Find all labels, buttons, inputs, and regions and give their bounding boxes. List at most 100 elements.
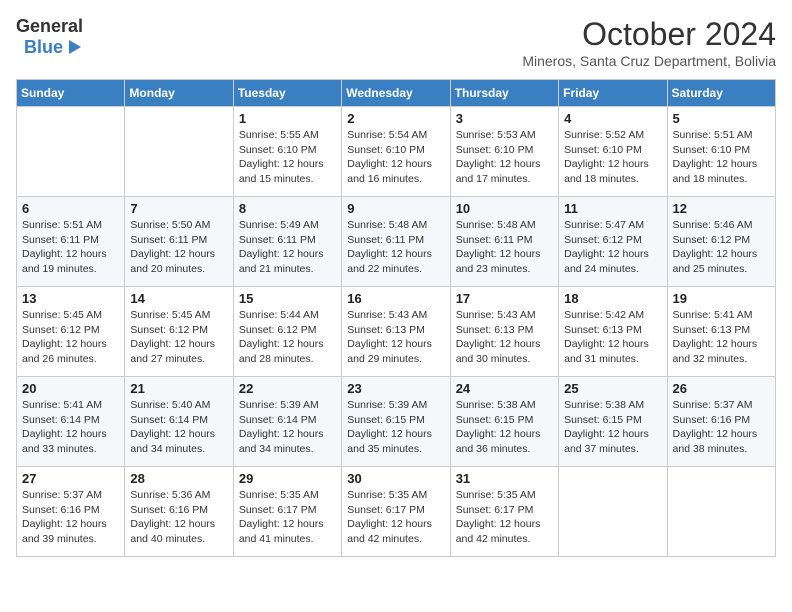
logo-blue-text: Blue [24, 37, 63, 58]
calendar-cell: 4 Sunrise: 5:52 AMSunset: 6:10 PMDaylight… [559, 107, 667, 197]
day-info: Sunrise: 5:55 AMSunset: 6:10 PMDaylight:… [239, 128, 336, 187]
day-number: 3 [456, 111, 553, 126]
calendar-cell: 11 Sunrise: 5:47 AMSunset: 6:12 PMDayligh… [559, 197, 667, 287]
calendar-cell: 31 Sunrise: 5:35 AMSunset: 6:17 PMDayligh… [450, 467, 558, 557]
logo-icon [65, 38, 83, 56]
day-info: Sunrise: 5:51 AMSunset: 6:11 PMDaylight:… [22, 218, 119, 277]
calendar-cell: 15 Sunrise: 5:44 AMSunset: 6:12 PMDayligh… [233, 287, 341, 377]
calendar-cell: 21 Sunrise: 5:40 AMSunset: 6:14 PMDayligh… [125, 377, 233, 467]
day-number: 14 [130, 291, 227, 306]
day-number: 27 [22, 471, 119, 486]
day-number: 22 [239, 381, 336, 396]
calendar-cell: 27 Sunrise: 5:37 AMSunset: 6:16 PMDayligh… [17, 467, 125, 557]
day-info: Sunrise: 5:43 AMSunset: 6:13 PMDaylight:… [347, 308, 444, 367]
day-info: Sunrise: 5:42 AMSunset: 6:13 PMDaylight:… [564, 308, 661, 367]
calendar-cell: 1 Sunrise: 5:55 AMSunset: 6:10 PMDaylight… [233, 107, 341, 197]
day-info: Sunrise: 5:40 AMSunset: 6:14 PMDaylight:… [130, 398, 227, 457]
calendar-cell: 28 Sunrise: 5:36 AMSunset: 6:16 PMDayligh… [125, 467, 233, 557]
day-number: 5 [673, 111, 770, 126]
header-day-thursday: Thursday [450, 80, 558, 107]
calendar-header-row: SundayMondayTuesdayWednesdayThursdayFrid… [17, 80, 776, 107]
calendar-cell: 20 Sunrise: 5:41 AMSunset: 6:14 PMDayligh… [17, 377, 125, 467]
day-number: 10 [456, 201, 553, 216]
day-number: 15 [239, 291, 336, 306]
calendar-cell: 5 Sunrise: 5:51 AMSunset: 6:10 PMDaylight… [667, 107, 775, 197]
day-info: Sunrise: 5:48 AMSunset: 6:11 PMDaylight:… [456, 218, 553, 277]
day-number: 30 [347, 471, 444, 486]
day-number: 9 [347, 201, 444, 216]
day-number: 17 [456, 291, 553, 306]
day-info: Sunrise: 5:38 AMSunset: 6:15 PMDaylight:… [456, 398, 553, 457]
day-info: Sunrise: 5:39 AMSunset: 6:14 PMDaylight:… [239, 398, 336, 457]
day-number: 19 [673, 291, 770, 306]
calendar-cell: 2 Sunrise: 5:54 AMSunset: 6:10 PMDaylight… [342, 107, 450, 197]
day-info: Sunrise: 5:37 AMSunset: 6:16 PMDaylight:… [22, 488, 119, 547]
calendar-cell: 30 Sunrise: 5:35 AMSunset: 6:17 PMDayligh… [342, 467, 450, 557]
calendar-week-5: 27 Sunrise: 5:37 AMSunset: 6:16 PMDayligh… [17, 467, 776, 557]
day-number: 21 [130, 381, 227, 396]
day-info: Sunrise: 5:35 AMSunset: 6:17 PMDaylight:… [239, 488, 336, 547]
day-info: Sunrise: 5:41 AMSunset: 6:14 PMDaylight:… [22, 398, 119, 457]
day-info: Sunrise: 5:51 AMSunset: 6:10 PMDaylight:… [673, 128, 770, 187]
header-day-tuesday: Tuesday [233, 80, 341, 107]
day-info: Sunrise: 5:38 AMSunset: 6:15 PMDaylight:… [564, 398, 661, 457]
title-section: October 2024 Mineros, Santa Cruz Departm… [522, 16, 776, 69]
day-number: 13 [22, 291, 119, 306]
day-number: 29 [239, 471, 336, 486]
calendar-body: 1 Sunrise: 5:55 AMSunset: 6:10 PMDaylight… [17, 107, 776, 557]
calendar-cell: 23Sunrise: 5:39 AMSunset: 6:15 PMDayligh… [342, 377, 450, 467]
calendar-cell: 10 Sunrise: 5:48 AMSunset: 6:11 PMDayligh… [450, 197, 558, 287]
day-number: 31 [456, 471, 553, 486]
day-number: 11 [564, 201, 661, 216]
calendar-cell [667, 467, 775, 557]
calendar-cell: 29 Sunrise: 5:35 AMSunset: 6:17 PMDayligh… [233, 467, 341, 557]
header-day-monday: Monday [125, 80, 233, 107]
calendar-cell [125, 107, 233, 197]
day-info: Sunrise: 5:54 AMSunset: 6:10 PMDaylight:… [347, 128, 444, 187]
calendar-cell: 24 Sunrise: 5:38 AMSunset: 6:15 PMDayligh… [450, 377, 558, 467]
calendar-cell: 13 Sunrise: 5:45 AMSunset: 6:12 PMDayligh… [17, 287, 125, 377]
day-info: Sunrise: 5:47 AMSunset: 6:12 PMDaylight:… [564, 218, 661, 277]
day-number: 12 [673, 201, 770, 216]
calendar-cell: 6Sunrise: 5:51 AMSunset: 6:11 PMDaylight… [17, 197, 125, 287]
month-title: October 2024 [522, 16, 776, 53]
calendar-cell: 17 Sunrise: 5:43 AMSunset: 6:13 PMDayligh… [450, 287, 558, 377]
calendar-week-1: 1 Sunrise: 5:55 AMSunset: 6:10 PMDaylight… [17, 107, 776, 197]
day-info: Sunrise: 5:52 AMSunset: 6:10 PMDaylight:… [564, 128, 661, 187]
day-info: Sunrise: 5:35 AMSunset: 6:17 PMDaylight:… [347, 488, 444, 547]
day-info: Sunrise: 5:45 AMSunset: 6:12 PMDaylight:… [22, 308, 119, 367]
calendar-week-3: 13 Sunrise: 5:45 AMSunset: 6:12 PMDayligh… [17, 287, 776, 377]
day-number: 28 [130, 471, 227, 486]
day-info: Sunrise: 5:48 AMSunset: 6:11 PMDaylight:… [347, 218, 444, 277]
day-info: Sunrise: 5:45 AMSunset: 6:12 PMDaylight:… [130, 308, 227, 367]
day-number: 1 [239, 111, 336, 126]
day-number: 24 [456, 381, 553, 396]
calendar-cell: 12 Sunrise: 5:46 AMSunset: 6:12 PMDayligh… [667, 197, 775, 287]
day-info: Sunrise: 5:49 AMSunset: 6:11 PMDaylight:… [239, 218, 336, 277]
day-number: 16 [347, 291, 444, 306]
calendar-cell: 8 Sunrise: 5:49 AMSunset: 6:11 PMDaylight… [233, 197, 341, 287]
day-info: Sunrise: 5:36 AMSunset: 6:16 PMDaylight:… [130, 488, 227, 547]
calendar-cell: 25Sunrise: 5:38 AMSunset: 6:15 PMDayligh… [559, 377, 667, 467]
day-number: 20 [22, 381, 119, 396]
day-info: Sunrise: 5:43 AMSunset: 6:13 PMDaylight:… [456, 308, 553, 367]
day-number: 7 [130, 201, 227, 216]
calendar-cell [17, 107, 125, 197]
day-info: Sunrise: 5:44 AMSunset: 6:12 PMDaylight:… [239, 308, 336, 367]
calendar-cell: 18Sunrise: 5:42 AMSunset: 6:13 PMDayligh… [559, 287, 667, 377]
calendar-table: SundayMondayTuesdayWednesdayThursdayFrid… [16, 79, 776, 557]
day-number: 23 [347, 381, 444, 396]
day-info: Sunrise: 5:35 AMSunset: 6:17 PMDaylight:… [456, 488, 553, 547]
day-info: Sunrise: 5:53 AMSunset: 6:10 PMDaylight:… [456, 128, 553, 187]
calendar-week-2: 6Sunrise: 5:51 AMSunset: 6:11 PMDaylight… [17, 197, 776, 287]
day-info: Sunrise: 5:46 AMSunset: 6:12 PMDaylight:… [673, 218, 770, 277]
day-info: Sunrise: 5:37 AMSunset: 6:16 PMDaylight:… [673, 398, 770, 457]
calendar-cell: 3 Sunrise: 5:53 AMSunset: 6:10 PMDaylight… [450, 107, 558, 197]
calendar-cell: 7 Sunrise: 5:50 AMSunset: 6:11 PMDaylight… [125, 197, 233, 287]
header-day-saturday: Saturday [667, 80, 775, 107]
day-number: 2 [347, 111, 444, 126]
day-number: 4 [564, 111, 661, 126]
header-day-wednesday: Wednesday [342, 80, 450, 107]
day-info: Sunrise: 5:50 AMSunset: 6:11 PMDaylight:… [130, 218, 227, 277]
day-number: 8 [239, 201, 336, 216]
